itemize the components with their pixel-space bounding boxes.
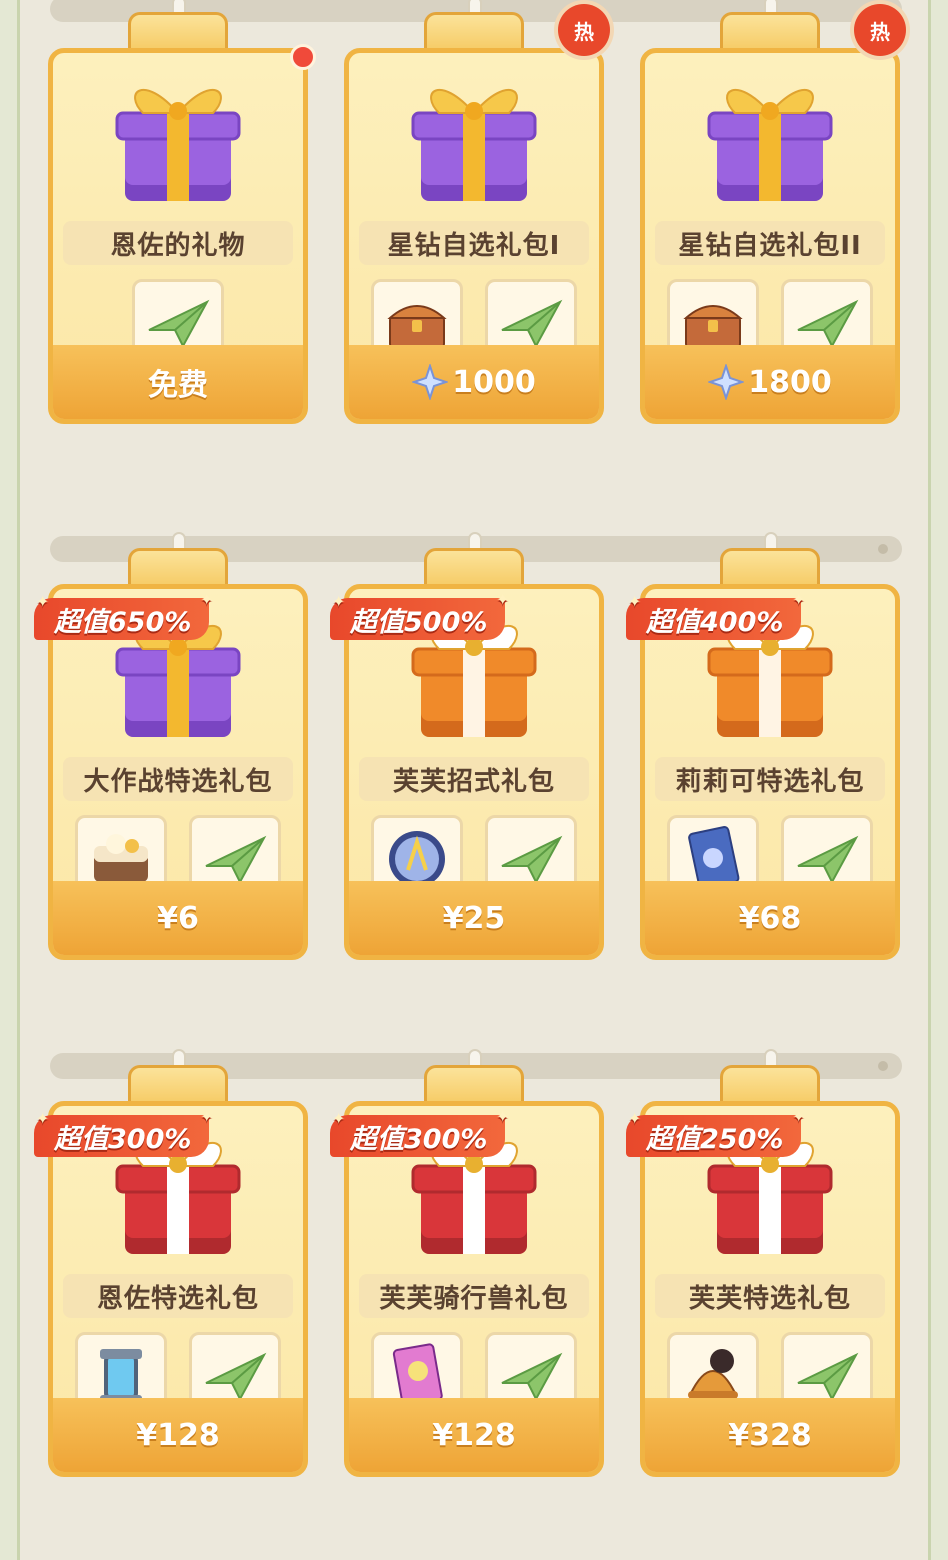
value-badge-label: 超值400% xyxy=(646,606,784,638)
sparkle-icon: ✦ xyxy=(792,1107,806,1126)
value-badge: ✦ 超值300% ✦ xyxy=(34,1107,213,1157)
value-badge-label: 超值650% xyxy=(54,606,192,638)
right-frame xyxy=(928,0,948,1560)
price-label: 免费 xyxy=(148,368,208,403)
hot-badge: 热 xyxy=(558,4,610,56)
star-diamond-icon xyxy=(708,364,745,400)
price-label: 1000 xyxy=(452,364,536,400)
sparkle-icon: ✦ xyxy=(200,1107,214,1126)
value-badge-label: 超值300% xyxy=(350,1123,488,1155)
sparkle-icon: ✦ xyxy=(792,590,806,609)
sparkle-icon: ✦ xyxy=(332,592,346,611)
sparkle-icon: ✦ xyxy=(628,592,642,611)
sparkle-icon: ✦ xyxy=(200,590,214,609)
sparkle-icon: ✦ xyxy=(36,592,50,611)
buy-button[interactable]: ¥128 xyxy=(53,1398,303,1472)
buy-button[interactable]: 1800 xyxy=(645,345,895,419)
buy-button[interactable]: 免费 xyxy=(53,345,303,419)
gift-pack-card[interactable]: 恩佐的礼物 5 免费 xyxy=(48,4,316,424)
card-body: 恩佐特选礼包 1000 120 ¥128 xyxy=(48,1101,308,1477)
card-body: 芙芙骑行兽礼包 60 120 ¥128 xyxy=(344,1101,604,1477)
hot-badge: 热 xyxy=(854,4,906,56)
buy-button[interactable]: ¥328 xyxy=(645,1398,895,1472)
buy-button[interactable]: ¥25 xyxy=(349,881,599,955)
left-frame xyxy=(0,0,20,1560)
pack-name: 芙芙特选礼包 xyxy=(655,1274,885,1318)
sparkle-icon: ✦ xyxy=(496,1107,510,1126)
card-body: 莉莉可特选礼包 20 80 ¥68 xyxy=(640,584,900,960)
price-label: ¥25 xyxy=(442,900,506,936)
notification-dot xyxy=(290,44,316,70)
card-body: 芙芙特选礼包 40 240 ¥328 xyxy=(640,1101,900,1477)
price-label: ¥128 xyxy=(432,1417,516,1453)
star-diamond-icon xyxy=(412,364,449,400)
gift-pack-card[interactable]: 星钻自选礼包I 1 5 1000 热 xyxy=(344,4,610,424)
gift-box-icon xyxy=(695,63,845,213)
price-label: ¥128 xyxy=(136,1417,220,1453)
gift-pack-card[interactable]: 芙芙特选礼包 40 240 ¥328 ✦ 超值250% ✦ xyxy=(626,1057,900,1477)
card-body: 星钻自选礼包I 1 5 1000 xyxy=(344,48,604,424)
gift-pack-card[interactable]: 星钻自选礼包II 1 10 1800 热 xyxy=(640,4,906,424)
gift-pack-card[interactable]: 莉莉可特选礼包 20 80 ¥68 ✦ 超值400% ✦ xyxy=(626,540,900,960)
pack-name: 星钻自选礼包II xyxy=(655,221,885,265)
sparkle-icon: ✦ xyxy=(332,1109,346,1128)
pack-name: 恩佐的礼物 xyxy=(63,221,293,265)
price-label: ¥68 xyxy=(738,900,802,936)
card-body: 恩佐的礼物 5 免费 xyxy=(48,48,308,424)
sparkle-icon: ✦ xyxy=(628,1109,642,1128)
sparkle-icon: ✦ xyxy=(36,1109,50,1128)
price-label: ¥328 xyxy=(728,1417,812,1453)
buy-button[interactable]: ¥68 xyxy=(645,881,895,955)
buy-button[interactable]: ¥6 xyxy=(53,881,303,955)
price-label: 1800 xyxy=(748,364,832,400)
value-badge: ✦ 超值500% ✦ xyxy=(330,590,509,640)
pack-name: 芙芙招式礼包 xyxy=(359,757,589,801)
card-body: 星钻自选礼包II 1 10 1800 xyxy=(640,48,900,424)
value-badge: ✦ 超值300% ✦ xyxy=(330,1107,509,1157)
gift-pack-card[interactable]: 恩佐特选礼包 1000 120 ¥128 ✦ 超值300% ✦ xyxy=(34,1057,308,1477)
pack-name: 芙芙骑行兽礼包 xyxy=(359,1274,589,1318)
pack-name: 星钻自选礼包I xyxy=(359,221,589,265)
pack-name: 大作战特选礼包 xyxy=(63,757,293,801)
pack-name: 恩佐特选礼包 xyxy=(63,1274,293,1318)
card-body: 大作战特选礼包 50 20 ¥6 xyxy=(48,584,308,960)
value-badge: ✦ 超值250% ✦ xyxy=(626,1107,805,1157)
gift-pack-card[interactable]: 芙芙骑行兽礼包 60 120 ¥128 ✦ 超值300% ✦ xyxy=(330,1057,604,1477)
price-label: ¥6 xyxy=(157,900,199,936)
sparkle-icon: ✦ xyxy=(496,590,510,609)
pack-name: 莉莉可特选礼包 xyxy=(655,757,885,801)
value-badge-label: 超值250% xyxy=(646,1123,784,1155)
value-badge: ✦ 超值400% ✦ xyxy=(626,590,805,640)
value-badge-label: 超值500% xyxy=(350,606,488,638)
buy-button[interactable]: 1000 xyxy=(349,345,599,419)
value-badge-label: 超值300% xyxy=(54,1123,192,1155)
card-body: 芙芙招式礼包 800 65 ¥25 xyxy=(344,584,604,960)
gift-pack-card[interactable]: 大作战特选礼包 50 20 ¥6 ✦ 超值650% ✦ xyxy=(34,540,308,960)
value-badge: ✦ 超值650% ✦ xyxy=(34,590,213,640)
gift-box-icon xyxy=(399,63,549,213)
buy-button[interactable]: ¥128 xyxy=(349,1398,599,1472)
gift-box-icon xyxy=(103,63,253,213)
gift-pack-card[interactable]: 芙芙招式礼包 800 65 ¥25 ✦ 超值500% ✦ xyxy=(330,540,604,960)
